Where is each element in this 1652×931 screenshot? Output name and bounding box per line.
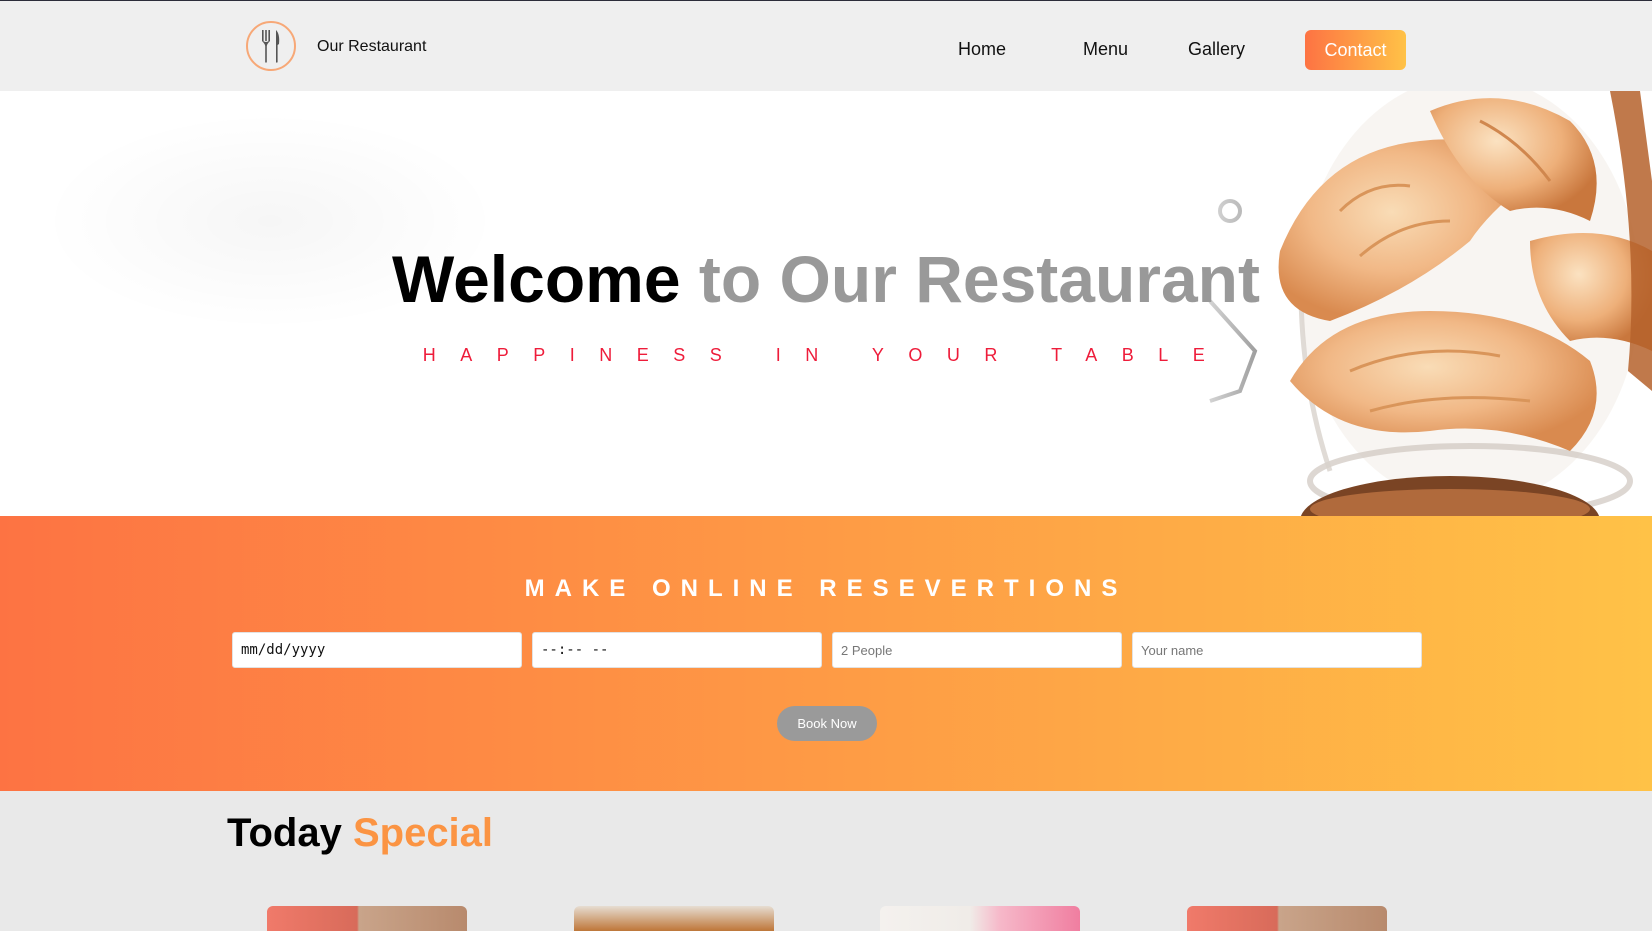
site-header: Our Restaurant Home Menu Gallery Contact: [0, 1, 1652, 91]
people-input[interactable]: 2 People: [832, 632, 1122, 668]
special-title-special: Special: [352, 811, 494, 855]
name-input[interactable]: Your name: [1132, 632, 1422, 668]
today-special-section: Today Special: [0, 791, 1652, 931]
date-input[interactable]: mm/dd/yyyy: [232, 632, 522, 668]
time-input[interactable]: --:-- --: [532, 632, 822, 668]
special-card-image[interactable]: [880, 906, 1080, 931]
reservation-section: MAKE ONLINE RESEVERTIONS mm/dd/yyyy --:-…: [0, 516, 1652, 791]
nav-contact-button[interactable]: Contact: [1305, 30, 1406, 70]
reservation-title: MAKE ONLINE RESEVERTIONS: [524, 575, 1128, 602]
special-title: Today Special: [227, 811, 493, 856]
hero-section: Welcome to Our Restaurant HAPPINESS IN Y…: [0, 91, 1652, 516]
brand-name: Our Restaurant: [317, 38, 427, 55]
hero-title-rest: to Our Restaurant: [698, 242, 1260, 316]
hero-title: Welcome to Our Restaurant: [0, 241, 1652, 317]
logo[interactable]: [246, 21, 296, 71]
special-card-image[interactable]: [574, 906, 774, 931]
book-now-button[interactable]: Book Now: [777, 706, 877, 741]
hero-subtitle: HAPPINESS IN YOUR TABLE: [422, 345, 1230, 365]
nav-home[interactable]: Home: [958, 39, 1006, 60]
fork-knife-icon: [262, 30, 280, 63]
special-card-image[interactable]: [1187, 906, 1387, 931]
special-title-today: Today: [227, 811, 342, 855]
hero-title-welcome: Welcome: [392, 242, 681, 316]
nav-menu[interactable]: Menu: [1083, 39, 1128, 60]
special-card-image[interactable]: [267, 906, 467, 931]
nav-gallery[interactable]: Gallery: [1188, 39, 1245, 60]
